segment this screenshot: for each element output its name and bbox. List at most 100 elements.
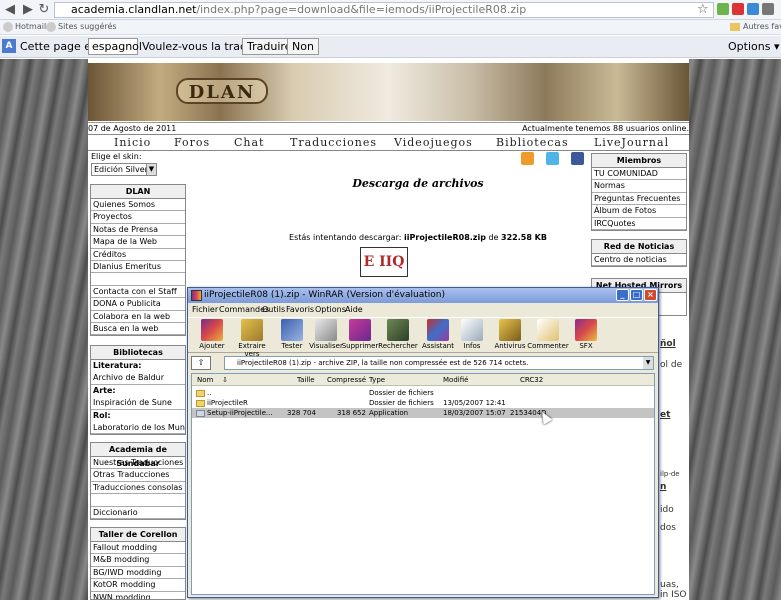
nav-inicio[interactable]: Inicio bbox=[114, 136, 151, 149]
biblioteca-link[interactable]: Inspiración de Sune bbox=[91, 397, 185, 410]
corellon-link[interactable]: BG/IWD modding bbox=[91, 567, 185, 580]
extension-icon[interactable] bbox=[747, 3, 759, 15]
sundabar-box: Academia de Sundabar Nuestras Traduccion… bbox=[90, 442, 186, 520]
menu-outils[interactable]: Outils bbox=[262, 304, 285, 316]
bookmark-hotmail[interactable]: Hotmail bbox=[3, 21, 46, 33]
test-icon bbox=[281, 319, 303, 341]
no-translate-button[interactable]: Non bbox=[287, 38, 319, 55]
nav-livejournal[interactable]: LiveJournal bbox=[594, 136, 669, 149]
add-button[interactable]: Ajouter bbox=[190, 319, 234, 353]
miembros-link[interactable]: IRCQuotes bbox=[592, 218, 686, 230]
col-crc[interactable]: CRC32 bbox=[520, 374, 543, 386]
nav-traducciones[interactable]: Traducciones bbox=[290, 136, 377, 149]
dlan-link[interactable]: Notas de Prensa bbox=[91, 224, 185, 237]
nav-bibliotecas[interactable]: Bibliotecas bbox=[496, 136, 569, 149]
corellon-link[interactable]: NWN modding bbox=[91, 592, 185, 599]
dlan-link[interactable]: Proyectos bbox=[91, 211, 185, 224]
chevron-down-icon[interactable]: ▼ bbox=[643, 357, 653, 369]
file-name: iiProjectileR bbox=[196, 398, 248, 408]
trail-text[interactable]: ilp-de bbox=[660, 470, 680, 478]
corellon-link[interactable]: Fallout modding bbox=[91, 542, 185, 555]
find-button[interactable]: Rechercher bbox=[376, 319, 420, 353]
noticias-link[interactable]: Centro de noticias bbox=[592, 254, 686, 267]
nav-videojuegos[interactable]: Videojuegos bbox=[394, 136, 473, 149]
dlan-link[interactable]: DONA o Publicita bbox=[91, 298, 185, 311]
sundabar-link[interactable]: Traducciones consolas bbox=[91, 482, 185, 495]
corellon-link[interactable]: KotOR modding bbox=[91, 579, 185, 592]
sundabar-link[interactable]: Otras Traducciones bbox=[91, 469, 185, 482]
back-icon[interactable]: ◀ bbox=[2, 2, 18, 18]
twitter-icon[interactable] bbox=[546, 152, 559, 165]
antivirus-icon bbox=[499, 319, 521, 341]
skin-select[interactable]: Edición Silver ▼ bbox=[91, 163, 157, 176]
menu-fichier[interactable]: Fichier bbox=[192, 304, 218, 316]
dlan-link[interactable]: Busca en la web bbox=[91, 323, 185, 336]
extension-icons bbox=[717, 3, 777, 17]
download-of: de bbox=[488, 233, 499, 242]
dlan-link[interactable]: Quienes Somos bbox=[91, 199, 185, 212]
download-filename[interactable]: iiProjectileR08.zip bbox=[404, 233, 486, 242]
file-size: 328 704 bbox=[287, 409, 316, 417]
tool-label: Infos bbox=[463, 342, 481, 350]
dlan-link[interactable]: Créditos bbox=[91, 249, 185, 261]
close-icon[interactable]: × bbox=[644, 289, 657, 301]
archive-path-field[interactable]: iiProjectileR08 (1).zip - archive ZIP, l… bbox=[224, 356, 654, 370]
download-logo[interactable]: E IIQ bbox=[360, 247, 408, 277]
miembros-link[interactable]: TU COMUNIDAD bbox=[592, 168, 686, 181]
minimize-icon[interactable]: _ bbox=[616, 289, 629, 301]
site-logo[interactable]: DLAN bbox=[176, 78, 268, 104]
site-banner: DLAN bbox=[88, 63, 689, 121]
corellon-link[interactable]: M&B modding bbox=[91, 554, 185, 567]
col-size[interactable]: Taille bbox=[297, 374, 315, 386]
address-bar[interactable]: academia.clandlan.net/index.php?page=dow… bbox=[54, 2, 714, 18]
col-type[interactable]: Type bbox=[369, 374, 385, 386]
box-title: Miembros bbox=[592, 154, 686, 168]
forward-icon[interactable]: ▶ bbox=[20, 2, 36, 18]
language-select[interactable]: espagnol ▾ bbox=[88, 38, 142, 68]
file-row[interactable]: iiProjectileR Dossier de fichiers 13/05/… bbox=[192, 398, 654, 408]
col-modified[interactable]: Modifié bbox=[443, 374, 468, 386]
sundabar-link[interactable]: Nuestras Traducciones bbox=[91, 457, 185, 470]
miembros-link[interactable]: Álbum de Fotos bbox=[592, 205, 686, 218]
miembros-link[interactable]: Preguntas Frecuentes bbox=[592, 193, 686, 206]
extract-button[interactable]: Extraire vers bbox=[230, 319, 274, 358]
wrench-icon[interactable] bbox=[762, 3, 774, 15]
menu-favoris[interactable]: Favoris bbox=[286, 304, 314, 316]
extension-icon[interactable] bbox=[732, 3, 744, 15]
menu-aide[interactable]: Aide bbox=[345, 304, 363, 316]
options-menu[interactable]: Options ▾ bbox=[728, 40, 779, 53]
biblioteca-link[interactable]: Archivo de Baldur bbox=[91, 372, 185, 385]
trail-text[interactable]: n bbox=[660, 482, 666, 492]
bookmark-suggested-sites[interactable]: Sites suggérés bbox=[46, 21, 117, 33]
nav-foros[interactable]: Foros bbox=[174, 136, 210, 149]
file-row[interactable]: .. Dossier de fichiers bbox=[192, 388, 654, 398]
maximize-icon[interactable]: □ bbox=[630, 289, 643, 301]
file-list[interactable]: Nom ⇩ Taille Compressé Type Modifié CRC3… bbox=[191, 373, 655, 595]
dlan-link[interactable]: Dlanius Emeritus bbox=[91, 261, 185, 274]
dlan-link[interactable]: Mapa de la Web bbox=[91, 236, 185, 249]
reload-icon[interactable]: ↻ bbox=[36, 2, 52, 18]
sfx-button[interactable]: SFX bbox=[564, 319, 608, 353]
up-folder-icon[interactable]: ⇧ bbox=[191, 356, 211, 370]
facebook-icon[interactable] bbox=[571, 152, 584, 165]
nav-chat[interactable]: Chat bbox=[234, 136, 264, 149]
winrar-window[interactable]: iiProjectileR08 (1).zip - WinRAR (Versio… bbox=[187, 287, 659, 598]
trail-text[interactable]: ñol bbox=[660, 339, 676, 349]
trail-text[interactable]: et bbox=[660, 410, 670, 420]
biblioteca-link[interactable]: Laboratorio de los Mundos bbox=[91, 422, 185, 435]
dlan-link[interactable]: Colabora en la web bbox=[91, 311, 185, 323]
dlan-link[interactable]: Contacta con el Staff bbox=[91, 286, 185, 299]
col-packed[interactable]: Compressé bbox=[327, 374, 366, 386]
rss-icon[interactable] bbox=[521, 152, 534, 165]
extension-icon[interactable] bbox=[717, 3, 729, 15]
col-name[interactable]: Nom bbox=[197, 374, 213, 386]
download-message: Estás intentando descargar: iiProjectile… bbox=[268, 233, 568, 242]
file-row-selected[interactable]: Setup-iiProjectile... 328 704 318 652 Ap… bbox=[192, 408, 654, 418]
menu-options[interactable]: Options bbox=[315, 304, 346, 316]
sundabar-link[interactable]: Diccionario bbox=[91, 507, 185, 519]
miembros-link[interactable]: Normas bbox=[592, 180, 686, 193]
bookmark-other-folder[interactable]: Autres favoris bbox=[730, 21, 781, 33]
bookmark-star-icon[interactable]: ☆ bbox=[697, 2, 711, 18]
winrar-titlebar[interactable]: iiProjectileR08 (1).zip - WinRAR (Versio… bbox=[188, 288, 658, 303]
comment-icon bbox=[537, 319, 559, 341]
